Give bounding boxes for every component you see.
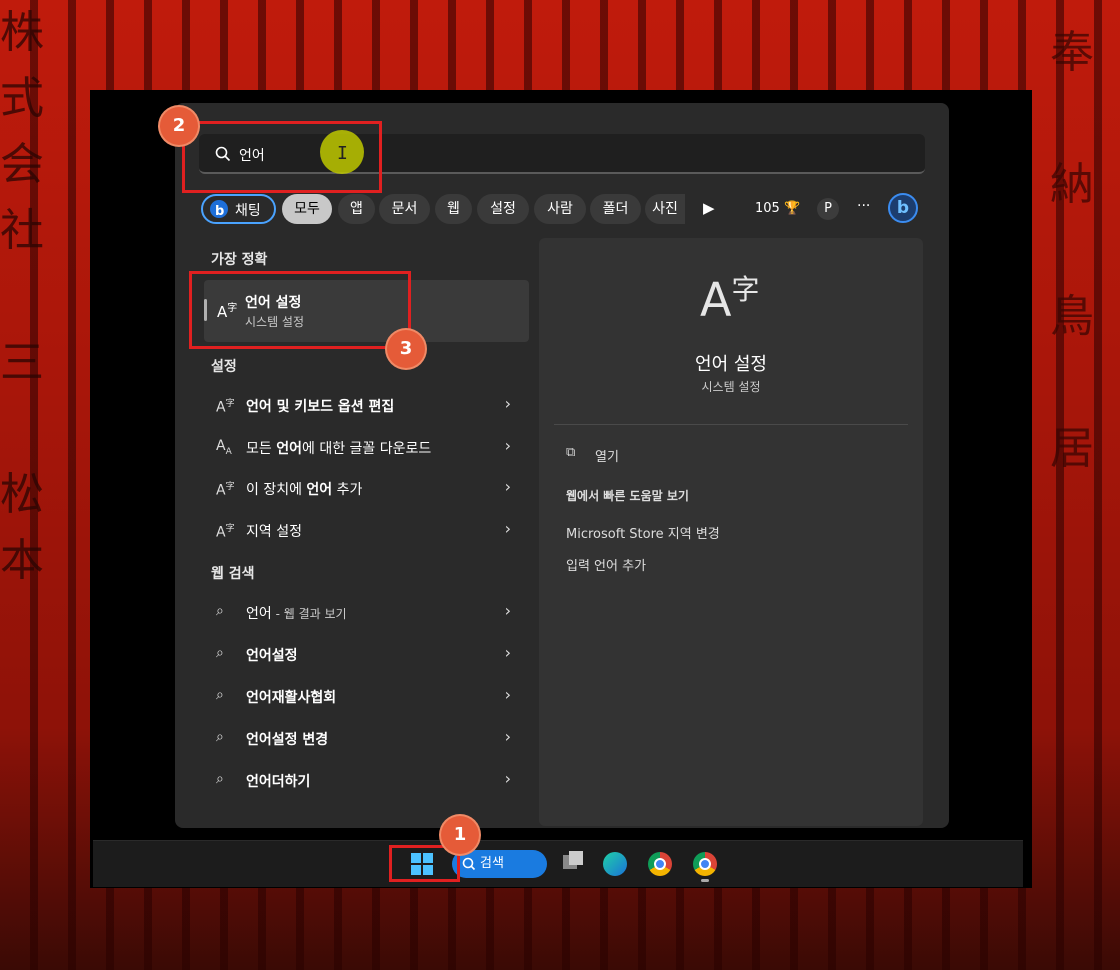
chrome-browser-icon[interactable] (648, 852, 672, 876)
filter-photos[interactable]: 사진 (645, 194, 685, 224)
bing-chat-icon (210, 197, 228, 227)
settings-item[interactable]: A字 언어 및 키보드 옵션 편집 › (204, 387, 529, 425)
open-action[interactable]: 열기 (595, 446, 619, 465)
open-link-icon: ⧉ (566, 445, 576, 460)
language-settings-icon: A字 (216, 482, 235, 499)
chevron-right-icon: › (504, 519, 511, 538)
chevron-right-icon: › (504, 727, 511, 746)
detail-subtitle: 시스템 설정 (701, 380, 761, 394)
step-badge-2: 2 (160, 107, 198, 145)
settings-item[interactable]: AA 모든 언어에 대한 글꼴 다운로드 › (204, 429, 529, 467)
wallpaper-glyphs-left: 株式会社三松本 (0, 7, 44, 586)
chrome-browser-icon[interactable] (693, 852, 717, 876)
filter-web[interactable]: 웹 (435, 194, 472, 224)
font-download-icon: AA (216, 438, 232, 457)
edge-browser-icon[interactable] (603, 852, 627, 876)
filter-apps[interactable]: 앱 (338, 194, 375, 224)
chevron-right-icon: › (504, 601, 511, 620)
settings-item[interactable]: A字 지역 설정 › (204, 512, 529, 550)
search-icon (462, 857, 476, 871)
step-badge-1: 1 (441, 816, 479, 854)
rewards-count[interactable]: 105 🏆 (755, 201, 800, 216)
web-search-heading: 웹 검색 (211, 566, 255, 582)
search-icon: ⌕ (216, 645, 224, 661)
settings-item[interactable]: A字 이 장치에 언어 추가 › (204, 470, 529, 508)
chevron-right-icon: › (504, 394, 511, 413)
web-result-item[interactable]: ⌕ 언어재활사협회 › (204, 678, 529, 716)
bing-button[interactable]: b (888, 193, 918, 223)
web-result-item[interactable]: ⌕ 언어 - 웹 결과 보기 › (204, 594, 529, 632)
filter-documents[interactable]: 문서 (379, 194, 430, 224)
chevron-right-icon: › (504, 685, 511, 704)
rewards-icon: 🏆 (783, 201, 801, 216)
search-icon: ⌕ (216, 771, 224, 787)
highlight-box-search (182, 121, 382, 193)
detail-divider (554, 424, 908, 425)
filter-all[interactable]: 모두 (282, 194, 332, 224)
running-indicator (701, 879, 709, 882)
language-settings-icon: A字 (216, 399, 235, 416)
search-icon: ⌕ (216, 603, 224, 619)
web-result-item[interactable]: ⌕ 언어설정 변경 › (204, 720, 529, 758)
language-settings-large-icon: A字 (700, 272, 760, 327)
highlight-box-best-match (189, 271, 411, 349)
filter-people[interactable]: 사람 (534, 194, 586, 224)
chevron-right-icon: › (504, 436, 511, 455)
profile-avatar[interactable]: P (817, 198, 839, 220)
help-link[interactable]: 입력 언어 추가 (566, 555, 646, 574)
task-view-icon-front (569, 851, 583, 865)
search-icon: ⌕ (216, 729, 224, 745)
web-result-item[interactable]: ⌕ 언어설정 › (204, 636, 529, 674)
filter-settings[interactable]: 설정 (477, 194, 529, 224)
chat-filter-button[interactable]: 채팅 (201, 194, 276, 227)
chevron-right-icon: › (504, 643, 511, 662)
taskbar-search-button[interactable]: 검색 (452, 850, 547, 878)
search-icon: ⌕ (216, 687, 224, 703)
language-settings-icon: A字 (216, 524, 235, 541)
best-match-heading: 가장 정확 (211, 252, 268, 268)
more-options-button[interactable]: ··· (857, 198, 870, 214)
help-link[interactable]: Microsoft Store 지역 변경 (566, 523, 720, 542)
detail-title: 언어 설정 (695, 354, 767, 375)
play-next-icon[interactable]: ▶ (703, 199, 715, 217)
web-result-item[interactable]: ⌕ 언어더하기 › (204, 762, 529, 800)
chevron-right-icon: › (504, 477, 511, 496)
taskbar (93, 840, 1023, 887)
settings-heading: 설정 (211, 359, 237, 375)
web-help-heading: 웹에서 빠른 도움말 보기 (566, 489, 689, 503)
filter-folders[interactable]: 폴더 (590, 194, 641, 224)
step-badge-3: 3 (387, 330, 425, 368)
wallpaper-glyphs-right: 奉納鳥居 (1050, 27, 1094, 474)
chevron-right-icon: › (504, 769, 511, 788)
